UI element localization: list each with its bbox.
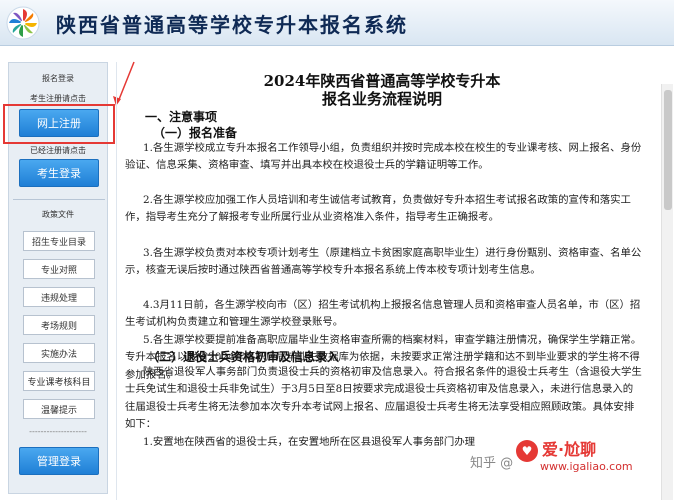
login-section-label: 报名登录 — [42, 74, 74, 83]
register-hint: 考生注册请点击 — [30, 94, 86, 103]
subsection-heading-1: （一）报名准备 — [153, 126, 238, 140]
student-login-button[interactable]: 考生登录 — [19, 159, 99, 187]
site-title: 陕西省普通高等学校专升本报名系统 — [56, 13, 408, 37]
app-header: 陕西省普通高等学校专升本报名系统 — [0, 0, 674, 46]
admin-login-button[interactable]: 管理登录 — [19, 447, 99, 475]
policy-item-exam-rules[interactable]: 考场规则 — [23, 315, 95, 335]
zhihu-watermark: 知乎 @ — [470, 456, 514, 471]
section-heading: 一、注意事项 — [145, 110, 218, 124]
subsection-heading-2: （二）退役士兵资格初审及信息录入 — [147, 350, 340, 364]
paragraph-veterans: 陕西省退役军人事务部门负责退役士兵的资格初审及信息录入。符合报名条件的退役士兵考… — [125, 366, 642, 430]
brand-watermark: 爱·尬聊 — [542, 440, 597, 459]
policy-item-major-catalog[interactable]: 招生专业目录 — [23, 231, 95, 251]
paragraph-1: 1.各生源学校成立专升本报名工作领导小组，负责组织并按时完成本校在校生的专业课考… — [125, 142, 642, 172]
sidebar-divider — [13, 199, 105, 200]
pinwheel-logo-icon — [6, 6, 40, 40]
sidebar-dashed-divider: -------------------- — [29, 427, 87, 436]
watermark: 知乎 @ ♥ 爱·尬聊 www.igaliao.com — [470, 436, 670, 484]
doc-title-line2: 报名业务流程说明 — [321, 90, 442, 108]
paragraph-4: 4.3月11日前，各生源学校向市（区）招生考试机构上报报名信息管理人员和资格审查… — [125, 299, 641, 329]
policy-item-tips[interactable]: 温馨提示 — [23, 399, 95, 419]
policy-item-violations[interactable]: 违规处理 — [23, 287, 95, 307]
url-watermark: www.igaliao.com — [540, 460, 633, 473]
policy-item-implementation[interactable]: 实施办法 — [23, 343, 95, 363]
paragraph-2: 2.各生源学校应加强工作人员培训和考生诚信考试教育，负责做好专升本招生考试报名政… — [125, 194, 631, 224]
document-panel: 2024年陕西省普通高等学校专升本 报名业务流程说明 一、注意事项 （一）报名准… — [116, 62, 661, 500]
login-hint: 已经注册请点击 — [30, 146, 86, 155]
policy-item-major-mapping[interactable]: 专业对照 — [23, 259, 95, 279]
register-highlight-box — [3, 104, 115, 144]
paragraph-3: 3.各生源学校负责对本校专项计划考生（原建档立卡贫困家庭高职毕业生）进行身份甄别… — [125, 247, 642, 277]
policy-item-exam-subjects[interactable]: 专业课考核科目 — [23, 371, 95, 391]
scrollbar-thumb[interactable] — [664, 90, 672, 210]
policy-section-label: 政策文件 — [42, 210, 74, 219]
heart-icon: ♥ — [516, 440, 538, 462]
